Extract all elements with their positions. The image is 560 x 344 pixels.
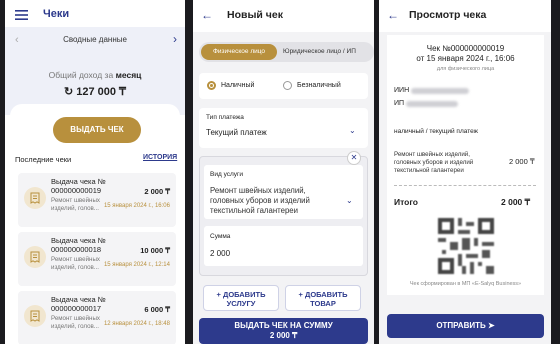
receipt-amount: 10 000 ₸ [140, 246, 170, 255]
page-title: Просмотр чека [409, 9, 487, 21]
receipt-amount: 6 000 ₸ [144, 305, 170, 314]
receipt-date: от 15 января 2024 г., 16:06 [416, 54, 515, 63]
income-label-prefix: Общий доход за [48, 70, 114, 80]
cash-radio[interactable] [207, 81, 216, 90]
list-item[interactable]: Выдача чека № 000000000017 Ремонт швейны… [18, 291, 176, 344]
recent-receipts-label: Последние чеки [15, 155, 72, 164]
receipt-footer: Чек сформирован в МП «E-Salyq Business» [409, 281, 522, 287]
send-button[interactable]: ОТПРАВИТЬ ➤ [387, 314, 544, 338]
receipt-header: Чек №000000000019 от 15 января 2024 г., … [387, 44, 544, 64]
page-title: Новый чек [227, 9, 283, 21]
ip-label: ИП [394, 100, 405, 107]
service-label: Вид услуги [210, 171, 244, 178]
payment-info: наличный / текущий платеж [394, 128, 479, 135]
send-icon: ➤ [487, 321, 495, 330]
receipt-title: Выдача чека № 000000000019 [51, 177, 106, 195]
redacted-inn [411, 88, 469, 94]
income-label: Общий доход за месяц [5, 70, 185, 80]
add-service-button[interactable]: + ДОБАВИТЬ УСЛУГУ [203, 285, 279, 311]
receipt-date: 12 января 2024 г., 18:48 [103, 321, 170, 327]
receipt-date: 15 января 2024 г., 12:14 [103, 262, 170, 268]
receipt-title: Выдача чека № 000000000018 [51, 236, 106, 254]
send-button-label: ОТПРАВИТЬ [436, 321, 486, 330]
income-value: ↻ 127 000 ₸ [5, 85, 185, 98]
receipt-icon [24, 187, 46, 209]
receipts-screen: Чеки ‹ Сводные данные › Общий доход за м… [5, 0, 185, 344]
income-amount: 127 000 ₸ [76, 86, 127, 98]
total-label: Итого [394, 197, 418, 207]
receipt-number: Чек №000000000019 [426, 44, 505, 53]
sum-label: Сумма [210, 233, 231, 240]
item-amount: 2 000 ₸ [509, 157, 535, 166]
close-icon[interactable]: ✕ [347, 151, 361, 165]
receipt-icon [24, 305, 46, 327]
issue-button-text: ВЫДАТЬ ЧЕК НА СУММУ [234, 321, 333, 330]
income-period: месяц [115, 70, 142, 80]
receipt-date: 15 января 2024 г., 16:06 [103, 203, 170, 209]
refresh-icon[interactable]: ↻ [64, 86, 73, 98]
list-item[interactable]: Выдача чека № 000000000019 Ремонт швейны… [18, 173, 176, 227]
receipt-icon [24, 246, 46, 268]
add-product-button[interactable]: + ДОБАВИТЬ ТОВАР [285, 285, 361, 311]
summary-switcher: ‹ Сводные данные › [5, 27, 185, 55]
sum-value: 2 000 [210, 249, 231, 258]
tab-legal-entity[interactable]: Юридическое лицо / ИП [283, 48, 356, 55]
issue-receipt-button[interactable]: ВЫДАТЬ ЧЕК [53, 117, 141, 143]
issue-button-amount: 2 000 ₸ [269, 331, 298, 340]
sum-field[interactable] [204, 226, 363, 266]
list-item[interactable]: Выдача чека № 000000000018 Ремонт швейны… [18, 232, 176, 286]
arrow-left-icon[interactable]: ← [201, 8, 213, 22]
chevron-right-icon[interactable]: › [173, 32, 177, 46]
service-value: Ремонт швейных изделий, головных уборов … [210, 186, 310, 215]
divider [394, 185, 536, 186]
new-receipt-screen: ← Новый чек Физическое лицо Юридическое … [193, 0, 374, 344]
cashless-label: Безналичный [297, 82, 341, 89]
payment-type-value: Текущий платеж [206, 128, 267, 137]
payment-type-label: Тип платежа [206, 114, 244, 121]
inn-label: ИИН [394, 87, 410, 94]
summary-label: Сводные данные [63, 35, 127, 44]
app-bar [193, 0, 374, 32]
arrow-left-icon[interactable]: ← [387, 8, 399, 22]
tab-individual[interactable]: Физическое лицо [201, 44, 277, 60]
receipt-amount: 2 000 ₸ [144, 187, 170, 196]
customer-type: для физического лица [436, 66, 495, 72]
qr-code-icon [438, 218, 494, 274]
cash-label: Наличный [221, 82, 255, 89]
chevron-down-icon[interactable]: ⌄ [346, 196, 353, 205]
redacted-ip [406, 101, 458, 107]
page-title: Чеки [43, 8, 70, 20]
menu-icon[interactable] [15, 10, 28, 20]
receipt-preview-screen: ← Просмотр чека Чек №000000000019 от 15 … [379, 0, 551, 344]
item-name: Ремонт швейных изделий, головных уборов … [394, 151, 474, 174]
issue-receipt-button[interactable]: ВЫДАТЬ ЧЕК НА СУММУ 2 000 ₸ [199, 318, 368, 344]
history-link[interactable]: ИСТОРИЯ [143, 154, 177, 161]
total-value: 2 000 ₸ [501, 197, 531, 207]
cashless-radio[interactable] [283, 81, 292, 90]
chevron-down-icon[interactable]: ⌄ [349, 126, 356, 135]
receipt-title: Выдача чека № 000000000017 [51, 295, 106, 313]
